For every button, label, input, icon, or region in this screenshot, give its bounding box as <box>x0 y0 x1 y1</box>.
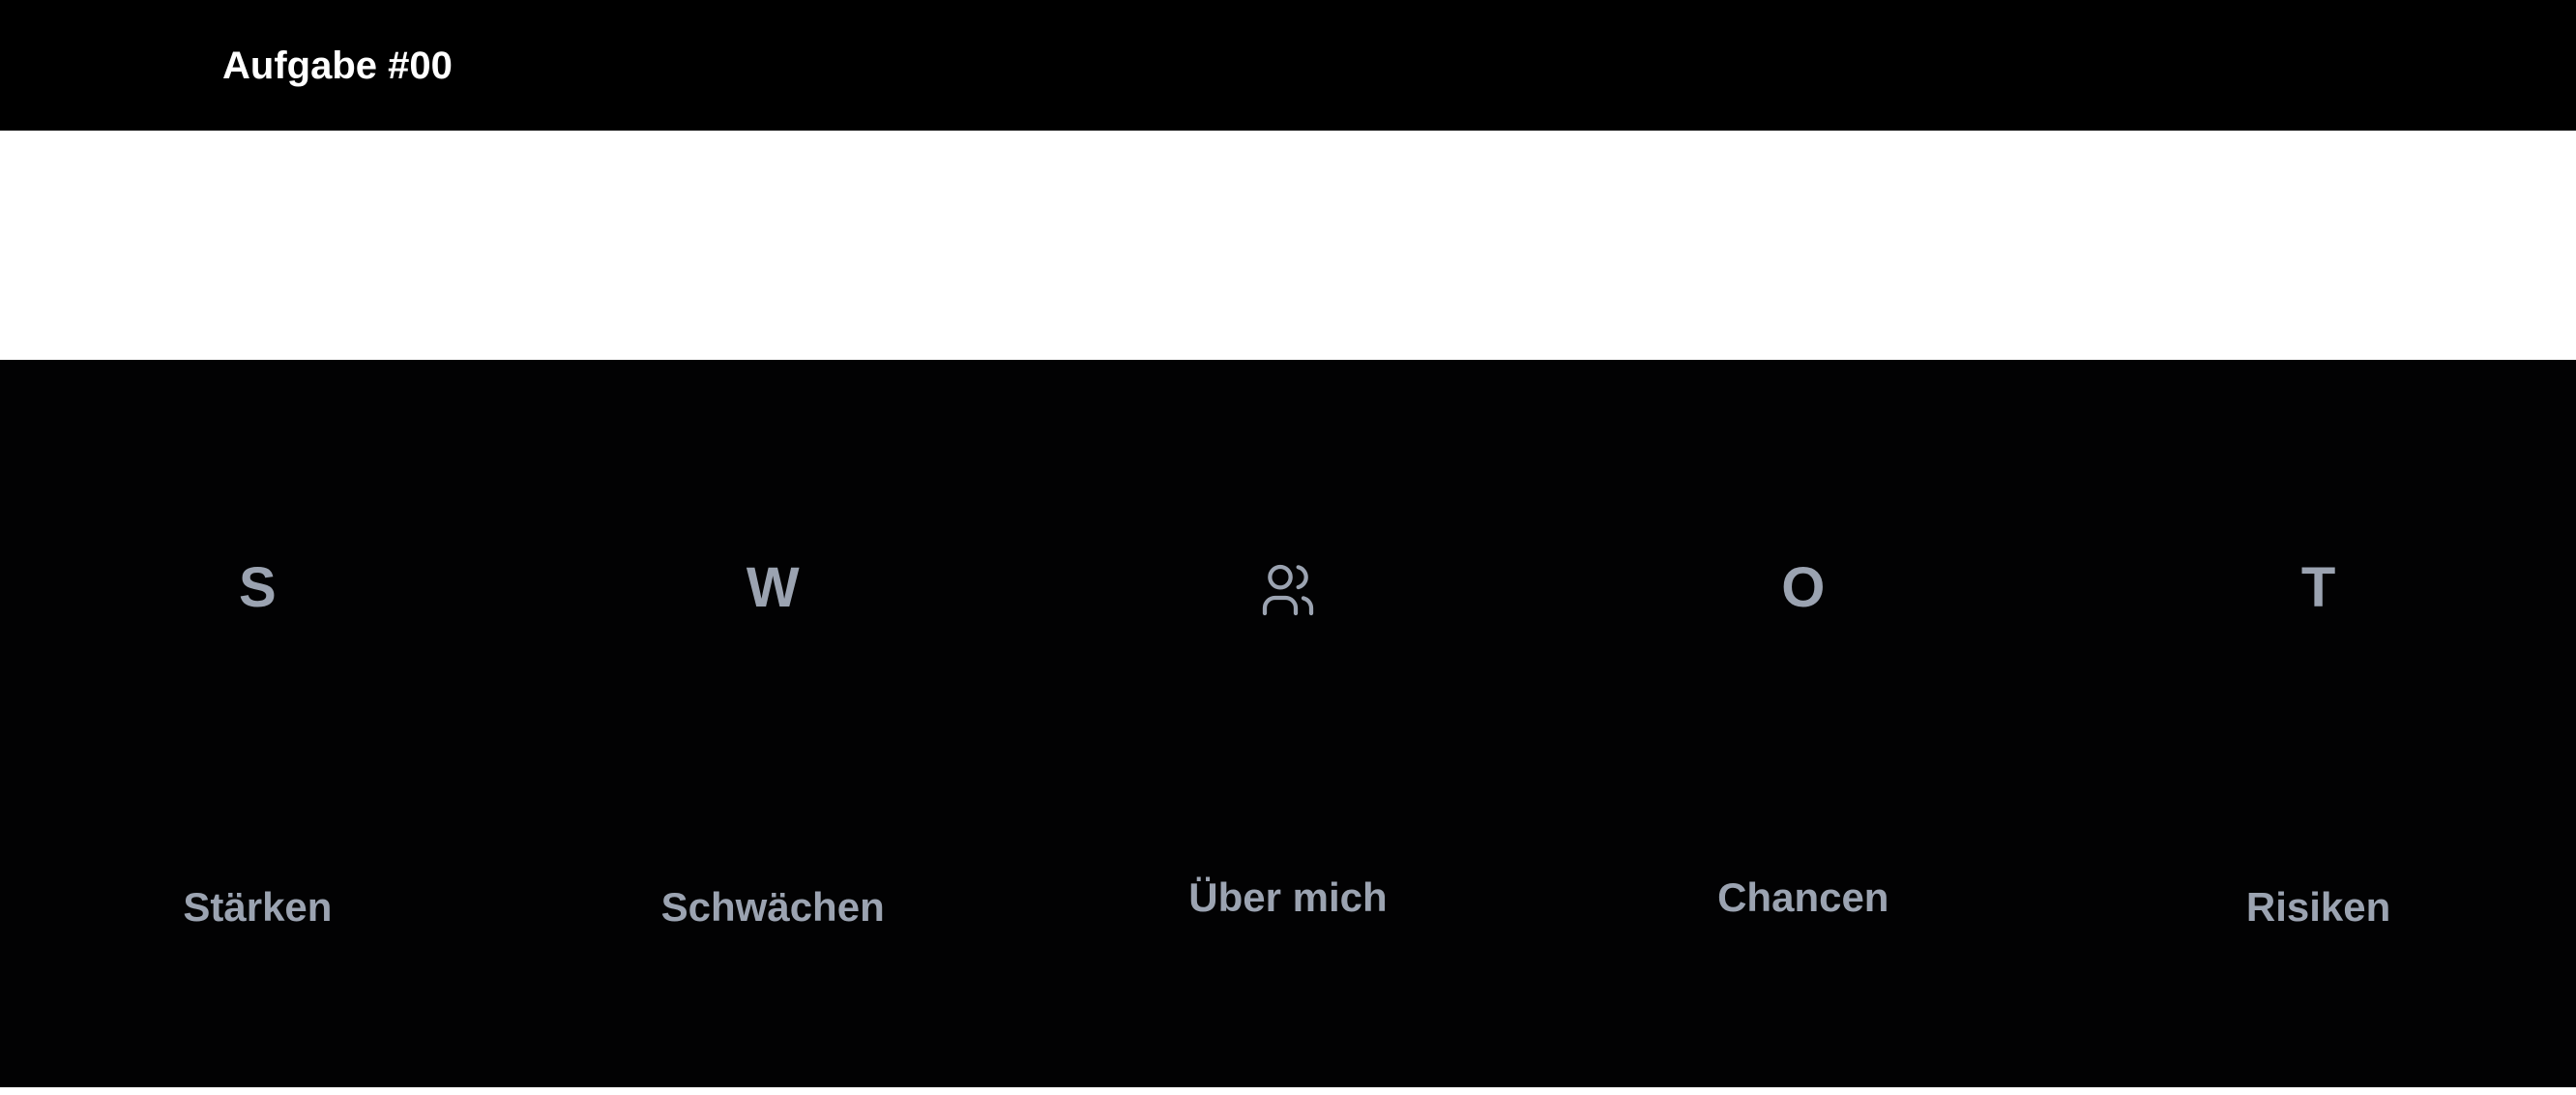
page-title: Aufgabe #00 <box>222 44 453 87</box>
threats-letter: T <box>2300 556 2336 619</box>
weaknesses-letter: W <box>746 556 800 619</box>
bottom-divider <box>0 1087 2576 1095</box>
strengths-letter: S <box>239 556 277 619</box>
swot-grid: S Stärken W Schwächen Über mich O Chance… <box>0 360 2576 1087</box>
swot-column-about-me[interactable]: Über mich <box>1031 360 1546 1087</box>
banner-area <box>0 131 2576 360</box>
about-me-label: Über mich <box>1188 874 1388 920</box>
swot-column-opportunities[interactable]: O Chancen <box>1545 360 2061 1087</box>
page-header: Aufgabe #00 <box>0 0 2576 131</box>
threats-label: Risiken <box>2245 884 2391 930</box>
opportunities-label: Chancen <box>1717 874 1889 920</box>
swot-column-threats[interactable]: T Risiken <box>2061 360 2576 1087</box>
users-icon <box>1262 564 1314 616</box>
swot-column-strengths[interactable]: S Stärken <box>0 360 515 1087</box>
swot-column-weaknesses[interactable]: W Schwächen <box>515 360 1031 1087</box>
strengths-label: Stärken <box>183 884 333 930</box>
weaknesses-label: Schwächen <box>660 884 885 930</box>
opportunities-letter: O <box>1781 556 1826 619</box>
